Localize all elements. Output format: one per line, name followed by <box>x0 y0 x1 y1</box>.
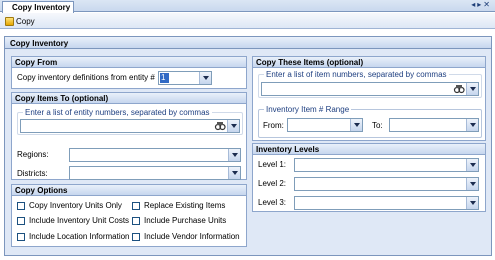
option-include-location-info[interactable]: Include Location Information <box>17 232 130 241</box>
entities-subgroup: Enter a list of entity numbers, separate… <box>17 108 243 135</box>
window-controls: ◂▸✕ <box>471 0 492 9</box>
inventory-levels-title: Inventory Levels <box>253 144 485 155</box>
item-list-input[interactable] <box>261 82 479 96</box>
chevron-down-icon[interactable] <box>466 159 478 171</box>
level-3-label: Level 3: <box>258 198 287 207</box>
chevron-down-icon[interactable] <box>228 149 240 161</box>
chevron-down-icon[interactable] <box>466 119 478 131</box>
copy-items-to-group: Copy Items To (optional) Enter a list of… <box>11 92 247 180</box>
option-include-vendor-info[interactable]: Include Vendor Information <box>132 232 240 241</box>
copy-from-title: Copy From <box>12 57 246 68</box>
copy-button-label: Copy <box>16 16 35 26</box>
close-icon[interactable]: ✕ <box>483 0 492 9</box>
districts-select[interactable] <box>69 166 241 180</box>
toolbar: Copy <box>0 13 495 29</box>
panel-title: Copy Inventory <box>5 37 491 49</box>
copy-options-title: Copy Options <box>12 185 246 196</box>
option-replace-existing[interactable]: Replace Existing Items <box>132 201 225 210</box>
range-from-select[interactable] <box>287 118 363 132</box>
chevron-down-icon[interactable] <box>350 119 362 131</box>
level-3-select[interactable] <box>294 196 479 210</box>
items-hint: Enter a list of item numbers, separated … <box>264 70 449 79</box>
item-range-subgroup: Inventory Item # Range From: To: <box>258 105 482 138</box>
item-range-title: Inventory Item # Range <box>264 105 352 114</box>
items-subgroup: Enter a list of item numbers, separated … <box>258 70 482 98</box>
tab-label: Copy Inventory <box>12 3 71 12</box>
option-label: Include Inventory Unit Costs <box>29 216 130 225</box>
level-1-select[interactable] <box>294 158 479 172</box>
option-copy-units-only[interactable]: Copy Inventory Units Only <box>17 201 122 210</box>
districts-label: Districts: <box>17 169 48 178</box>
chevron-down-icon[interactable] <box>199 72 211 84</box>
copy-these-items-title: Copy These Items (optional) <box>253 57 485 68</box>
from-label: From: <box>263 121 284 130</box>
document-tab-bar: Copy Inventory ◂▸✕ <box>0 0 495 13</box>
chevron-down-icon[interactable] <box>466 178 478 190</box>
checkbox[interactable] <box>132 232 140 241</box>
chevron-down-icon[interactable] <box>466 197 478 209</box>
checkbox[interactable] <box>17 232 25 241</box>
option-label: Copy Inventory Units Only <box>29 201 122 210</box>
search-binoculars-icon[interactable] <box>453 83 465 95</box>
level-1-label: Level 1: <box>258 160 287 169</box>
regions-select[interactable] <box>69 148 241 162</box>
entity-list-input[interactable] <box>20 119 240 133</box>
copy-items-to-title: Copy Items To (optional) <box>12 93 246 104</box>
level-2-label: Level 2: <box>258 179 287 188</box>
regions-label: Regions: <box>17 150 49 159</box>
option-label: Include Location Information <box>29 232 130 241</box>
search-binoculars-icon[interactable] <box>214 120 226 132</box>
option-include-purchase-units[interactable]: Include Purchase Units <box>132 216 226 225</box>
copy-icon <box>5 16 14 26</box>
option-label: Replace Existing Items <box>144 201 226 210</box>
chevron-down-icon[interactable] <box>466 83 478 95</box>
entity-selected-value: 1 <box>160 73 169 83</box>
checkbox[interactable] <box>17 216 25 225</box>
option-include-unit-costs[interactable]: Include Inventory Unit Costs <box>17 216 129 225</box>
copy-button[interactable]: Copy <box>2 14 38 28</box>
checkbox[interactable] <box>17 201 25 210</box>
copy-these-items-group: Copy These Items (optional) Enter a list… <box>252 56 486 141</box>
copy-options-group: Copy Options Copy Inventory Units Only R… <box>11 184 247 247</box>
entity-label: Copy inventory definitions from entity # <box>17 73 155 82</box>
option-label: Include Vendor Information <box>144 232 240 241</box>
option-label: Include Purchase Units <box>144 216 227 225</box>
copy-from-group: Copy From Copy inventory definitions fro… <box>11 56 247 89</box>
level-2-select[interactable] <box>294 177 479 191</box>
inventory-levels-group: Inventory Levels Level 1: Level 2: Level… <box>252 143 486 212</box>
entities-hint: Enter a list of entity numbers, separate… <box>23 108 212 117</box>
to-label: To: <box>372 121 383 130</box>
checkbox[interactable] <box>132 201 140 210</box>
range-to-select[interactable] <box>389 118 479 132</box>
checkbox[interactable] <box>132 216 140 225</box>
chevron-down-icon[interactable] <box>228 167 240 179</box>
tab-copy-inventory[interactable]: Copy Inventory <box>2 1 74 13</box>
chevron-down-icon[interactable] <box>227 120 239 132</box>
source-entity-select[interactable]: 1 <box>158 71 212 85</box>
copy-inventory-panel: Copy Inventory Copy From Copy inventory … <box>4 36 492 256</box>
